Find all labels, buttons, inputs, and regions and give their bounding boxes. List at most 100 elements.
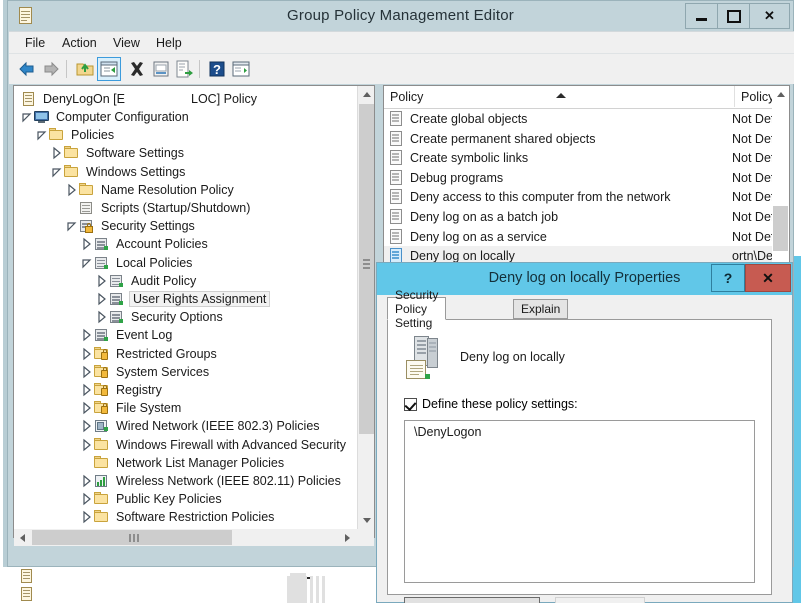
tree-item-label: Security Options bbox=[129, 310, 225, 324]
tree-hscrollbar-thumb[interactable] bbox=[32, 530, 232, 545]
tree-item-label: Policies bbox=[69, 128, 116, 142]
dialog-titlebar[interactable]: Deny log on locally Properties ? ✕ bbox=[377, 263, 792, 295]
wired-network-icon bbox=[93, 418, 110, 434]
tree-item-local-policies[interactable]: Local Policies bbox=[80, 254, 194, 272]
tree-scroll-right-button[interactable] bbox=[339, 529, 356, 546]
tree-item-scripts-startup-shutdown[interactable]: Scripts (Startup/Shutdown) bbox=[65, 199, 252, 217]
window-title: Group Policy Management Editor bbox=[8, 7, 793, 24]
list-scroll-up-button[interactable] bbox=[772, 86, 789, 103]
delete-icon[interactable] bbox=[127, 59, 147, 79]
panel-icon bbox=[93, 236, 110, 252]
menu-view[interactable]: View bbox=[107, 35, 146, 51]
tree-item-security-options[interactable]: Security Options bbox=[95, 308, 225, 326]
background-panel-2 bbox=[310, 576, 313, 603]
tree-item-label: Wired Network (IEEE 802.3) Policies bbox=[114, 419, 322, 433]
user-group-listbox[interactable]: \DenyLogon bbox=[404, 420, 755, 583]
tree-item-restricted-groups[interactable]: Restricted Groups bbox=[80, 345, 219, 363]
tree-item-audit-policy[interactable]: Audit Policy bbox=[95, 272, 198, 290]
tree-item-windows-settings[interactable]: Windows Settings bbox=[50, 163, 187, 181]
tree-item-system-services[interactable]: System Services bbox=[80, 363, 211, 381]
computer-monitor-icon bbox=[33, 109, 50, 125]
toolbar: ? bbox=[9, 53, 794, 84]
tree-scrollbar-thumb[interactable] bbox=[359, 104, 374, 434]
dialog-help-button[interactable]: ? bbox=[711, 264, 745, 292]
tree-item-network-list-manager-policies[interactable]: Network List Manager Policies bbox=[80, 454, 286, 472]
tree-item-event-log[interactable]: Event Log bbox=[80, 326, 174, 344]
table-row[interactable]: Debug programsNot Def bbox=[384, 168, 789, 188]
show-hide-tree-icon[interactable] bbox=[99, 59, 119, 79]
help-icon[interactable]: ? bbox=[207, 59, 227, 79]
folder-icon bbox=[63, 164, 80, 180]
tree-item-windows-firewall-with-advanced-security[interactable]: Windows Firewall with Advanced Security bbox=[80, 436, 348, 454]
tab-security-policy-setting[interactable]: Security Policy Setting bbox=[387, 297, 446, 320]
tree-item-wired-network-ieee-802-3-policies[interactable]: Wired Network (IEEE 802.3) Policies bbox=[80, 417, 322, 435]
table-row[interactable]: Deny log on as a serviceNot Def bbox=[384, 227, 789, 247]
table-row[interactable]: Create permanent shared objectsNot Def bbox=[384, 129, 789, 149]
tree-horizontal-scrollbar[interactable] bbox=[14, 529, 374, 546]
deny-log-on-locally-properties-dialog: Deny log on locally Properties ? ✕ Secur… bbox=[376, 262, 793, 603]
tree-item-name-resolution-policy[interactable]: Name Resolution Policy bbox=[65, 181, 236, 199]
tab-security-policy-setting-label: Security Policy Setting bbox=[395, 288, 438, 330]
tree-item-account-policies[interactable]: Account Policies bbox=[80, 235, 210, 253]
remove-button[interactable]: Remove bbox=[555, 597, 645, 603]
tree-item-wireless-network-ieee-802-11-policies[interactable]: Wireless Network (IEEE 802.11) Policies bbox=[80, 472, 343, 490]
security-settings-icon bbox=[78, 218, 95, 234]
background-icon-1 bbox=[18, 568, 32, 584]
tree-scroll-down-button[interactable] bbox=[358, 512, 375, 529]
window-controls: ✕ bbox=[686, 3, 790, 29]
table-row[interactable]: Create global objectsNot Def bbox=[384, 109, 789, 129]
policy-setting-icon bbox=[389, 111, 405, 127]
panel-icon bbox=[108, 273, 125, 289]
tree-item-security-settings[interactable]: Security Settings bbox=[65, 217, 197, 235]
tree-item-software-settings[interactable]: Software Settings bbox=[50, 144, 186, 162]
close-button[interactable]: ✕ bbox=[749, 3, 790, 29]
forward-icon[interactable] bbox=[41, 59, 61, 79]
define-policy-settings-row[interactable]: Define these policy settings: bbox=[404, 397, 578, 411]
properties-icon[interactable] bbox=[151, 59, 171, 79]
tree-root-label: DenyLogOn [E bbox=[41, 92, 127, 106]
console-tree-pane: DenyLogOn [E LOC] Policy Computer Config… bbox=[13, 85, 375, 538]
list-item[interactable]: \DenyLogon bbox=[414, 425, 481, 439]
tree-item-registry[interactable]: Registry bbox=[80, 381, 164, 399]
table-row[interactable]: Create symbolic linksNot Def bbox=[384, 148, 789, 168]
window-titlebar[interactable]: Group Policy Management Editor ✕ bbox=[8, 1, 793, 31]
tree-item-policies[interactable]: Policies bbox=[35, 126, 116, 144]
define-policy-settings-label: Define these policy settings: bbox=[422, 397, 578, 411]
policy-server-icon bbox=[406, 336, 446, 380]
tree-scroll-up-button[interactable] bbox=[358, 86, 375, 103]
dialog-close-button[interactable]: ✕ bbox=[745, 264, 791, 292]
show-action-pane-icon[interactable] bbox=[231, 59, 251, 79]
folder-icon bbox=[63, 145, 80, 161]
menu-file[interactable]: File bbox=[19, 35, 51, 51]
export-list-icon[interactable] bbox=[174, 59, 194, 79]
tree-item-software-restriction-policies[interactable]: Software Restriction Policies bbox=[80, 508, 276, 526]
tree-item-label: Audit Policy bbox=[129, 274, 198, 288]
menu-help[interactable]: Help bbox=[150, 35, 188, 51]
background-panel-1 bbox=[287, 576, 307, 603]
minimize-button[interactable] bbox=[685, 3, 718, 29]
tree-root-node[interactable]: DenyLogOn [E LOC] Policy bbox=[20, 90, 259, 108]
table-row[interactable]: Deny log on as a batch jobNot Def bbox=[384, 207, 789, 227]
table-row[interactable]: Deny access to this computer from the ne… bbox=[384, 187, 789, 207]
back-icon[interactable] bbox=[17, 59, 37, 79]
define-policy-settings-checkbox[interactable] bbox=[404, 398, 417, 411]
security-policy-setting-panel: Deny log on locally Define these policy … bbox=[387, 319, 772, 595]
menu-action[interactable]: Action bbox=[56, 35, 103, 51]
tree-item-computer-configuration[interactable]: Computer Configuration bbox=[20, 108, 191, 126]
maximize-button[interactable] bbox=[717, 3, 750, 29]
tree-vertical-scrollbar[interactable] bbox=[357, 86, 375, 529]
tree-item-user-rights-assignment[interactable]: User Rights Assignment bbox=[95, 290, 270, 308]
policy-setting-cell: Not Def bbox=[732, 190, 774, 204]
folder-icon bbox=[48, 127, 65, 143]
tree-item-label: Public Key Policies bbox=[114, 492, 224, 506]
tree-scroll-left-button[interactable] bbox=[14, 529, 31, 546]
tree-root-label-suffix: LOC] Policy bbox=[189, 92, 259, 106]
policy-setting-icon bbox=[389, 229, 405, 245]
up-one-level-icon[interactable] bbox=[75, 59, 95, 79]
tree-item-file-system[interactable]: File System bbox=[80, 399, 183, 417]
add-user-or-group-button[interactable]: Add User or Group... bbox=[404, 597, 540, 603]
tab-explain[interactable]: Explain bbox=[513, 299, 568, 319]
list-scrollbar-thumb[interactable] bbox=[773, 206, 788, 251]
tree-item-public-key-policies[interactable]: Public Key Policies bbox=[80, 490, 224, 508]
tab-explain-label: Explain bbox=[521, 302, 560, 316]
